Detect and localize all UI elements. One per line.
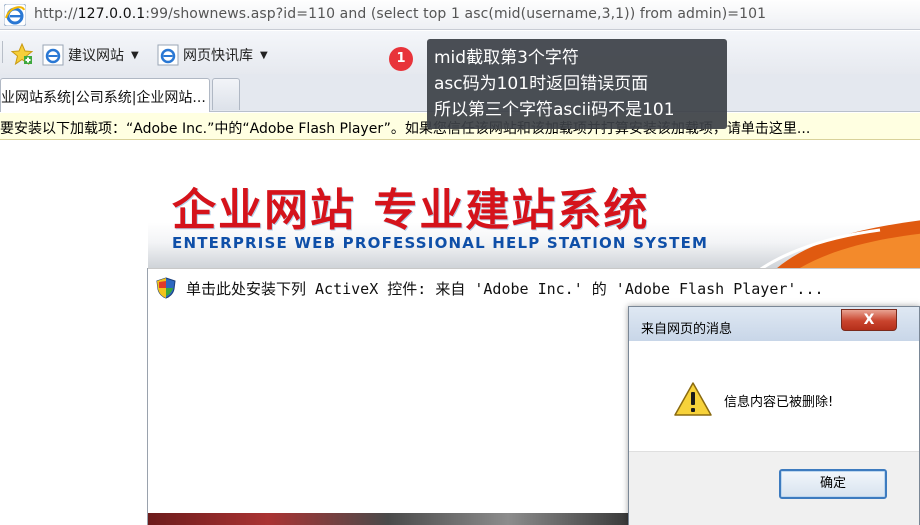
page-frame-border (147, 268, 148, 525)
annotation-line: 所以第三个字符ascii码不是101 (434, 100, 675, 120)
address-bar[interactable]: http://127.0.0.1:99/shownews.asp?id=110 … (0, 0, 920, 30)
close-button[interactable]: X (841, 309, 897, 331)
activex-install-text: 单击此处安装下列 ActiveX 控件: 来自 'Adobe Inc.' 的 '… (186, 280, 824, 298)
url-text[interactable]: http://127.0.0.1:99/shownews.asp?id=110 … (34, 6, 766, 22)
dialog-message: 信息内容已被删除! (724, 395, 834, 410)
ie-page-icon (42, 44, 64, 66)
message-dialog: 来自网页的消息 X 信息内容已被删除! 确定 (628, 306, 920, 525)
dialog-title: 来自网页的消息 (641, 322, 733, 337)
favorite-suggested-sites[interactable]: 建议网站 ▼ (42, 44, 139, 66)
dialog-titlebar[interactable]: 来自网页的消息 X (629, 307, 919, 341)
ie-logo-icon (4, 4, 26, 26)
url-path: :99/shownews.asp?id=110 and (select top … (145, 6, 767, 22)
favorite-web-slice-gallery[interactable]: 网页快讯库 ▼ (157, 44, 268, 66)
url-prefix: http:// (34, 6, 78, 22)
annotation-badge: 1 (389, 47, 413, 71)
url-host: 127.0.0.1 (77, 6, 146, 22)
chevron-down-icon: ▼ (131, 49, 139, 61)
activex-install-bar[interactable]: 单击此处安装下列 ActiveX 控件: 来自 'Adobe Inc.' 的 '… (148, 268, 920, 304)
site-banner: 企业网站 专业建站系统 ENTERPRISE WEB PROFESSIONAL … (148, 166, 920, 268)
favorite-label: 网页快讯库 (183, 48, 253, 64)
divider (2, 41, 3, 63)
ok-button[interactable]: 确定 (779, 469, 887, 499)
favorite-label: 建议网站 (68, 48, 124, 64)
chevron-down-icon: ▼ (260, 49, 268, 61)
banner-subtitle: ENTERPRISE WEB PROFESSIONAL HELP STATION… (172, 234, 709, 252)
page-bottom-decoration (148, 513, 628, 525)
ie-page-icon (157, 44, 179, 66)
banner-title: 企业网站 专业建站系统 (172, 185, 650, 236)
tab-active[interactable]: 业网站系统|公司系统|企业网站... (0, 78, 210, 112)
favorites-star-icon[interactable] (11, 43, 33, 65)
dialog-footer: 确定 (629, 451, 919, 525)
new-tab-button[interactable] (212, 78, 240, 110)
annotation-line: mid截取第3个字符 (434, 48, 579, 68)
dialog-body: 信息内容已被删除! (629, 341, 919, 451)
shield-icon (156, 277, 176, 299)
annotation-line: asc码为101时返回错误页面 (434, 74, 649, 94)
warning-icon (674, 382, 712, 416)
annotation-tooltip: mid截取第3个字符 asc码为101时返回错误页面 所以第三个字符ascii码… (427, 39, 727, 129)
banner-swoosh-graphic (759, 220, 920, 268)
